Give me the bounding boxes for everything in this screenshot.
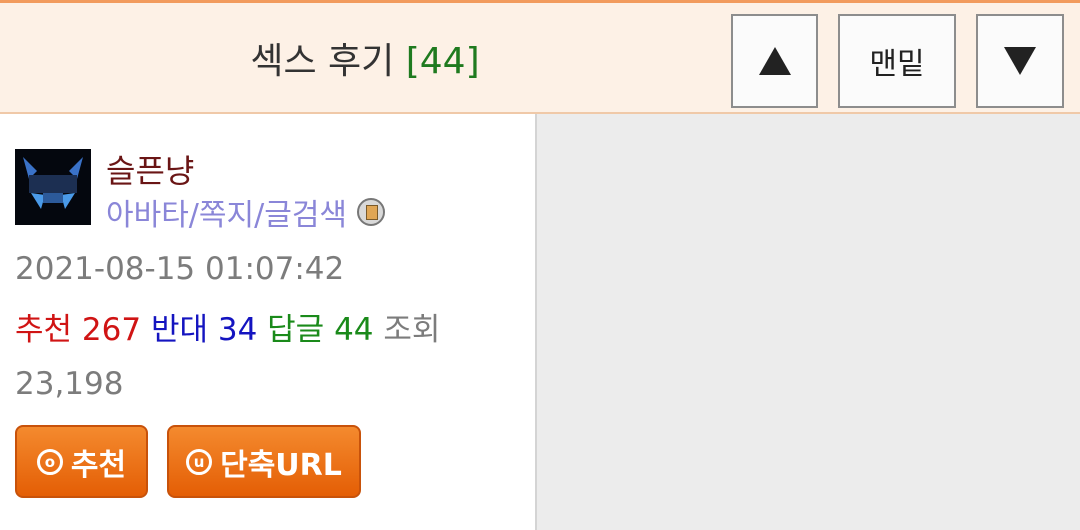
user-links: 아바타/쪽지/글검색 <box>106 190 386 234</box>
recommend-count: 267 <box>81 312 142 348</box>
recommend-button-label: 추천 <box>70 447 127 483</box>
triangle-down-icon <box>1004 47 1036 75</box>
post-header-bar: 섹스 후기 [44] 맨밑 <box>0 0 1080 114</box>
oppose-label: 반대 <box>150 312 208 348</box>
post-stats: 추천 267 반대 34 답글 44 조회 23,198 <box>15 303 525 411</box>
recommend-circle-icon: o <box>36 448 63 475</box>
recommend-label: 추천 <box>15 312 73 348</box>
go-bottom-button[interactable]: 맨밑 <box>838 14 956 108</box>
scroll-down-button[interactable] <box>976 14 1064 108</box>
envelope-icon[interactable] <box>357 198 386 226</box>
post-title-text: 섹스 후기 <box>250 41 395 82</box>
short-url-button-label: 단축URL <box>220 447 342 483</box>
username[interactable]: 슬픈냥 <box>106 146 194 192</box>
reply-count-stat: 44 <box>334 312 374 348</box>
reply-count: [44] <box>405 41 480 82</box>
short-url-button[interactable]: u 단축URL <box>167 425 361 498</box>
reply-label: 답글 <box>267 312 325 348</box>
scroll-up-button[interactable] <box>731 14 818 108</box>
views-label: 조회 <box>383 312 441 348</box>
oppose-count: 34 <box>217 312 258 348</box>
user-links-text[interactable]: 아바타/쪽지/글검색 <box>106 190 347 234</box>
content-panel <box>535 114 1080 530</box>
views-count: 23,198 <box>15 366 124 402</box>
avatar[interactable] <box>15 149 91 225</box>
short-url-circle-icon: u <box>186 448 213 475</box>
post-datetime: 2021-08-15 01:07:42 <box>15 251 345 287</box>
triangle-up-icon <box>758 47 791 75</box>
recommend-button[interactable]: o 추천 <box>15 425 148 498</box>
post-title: 섹스 후기 [44] <box>0 32 730 84</box>
